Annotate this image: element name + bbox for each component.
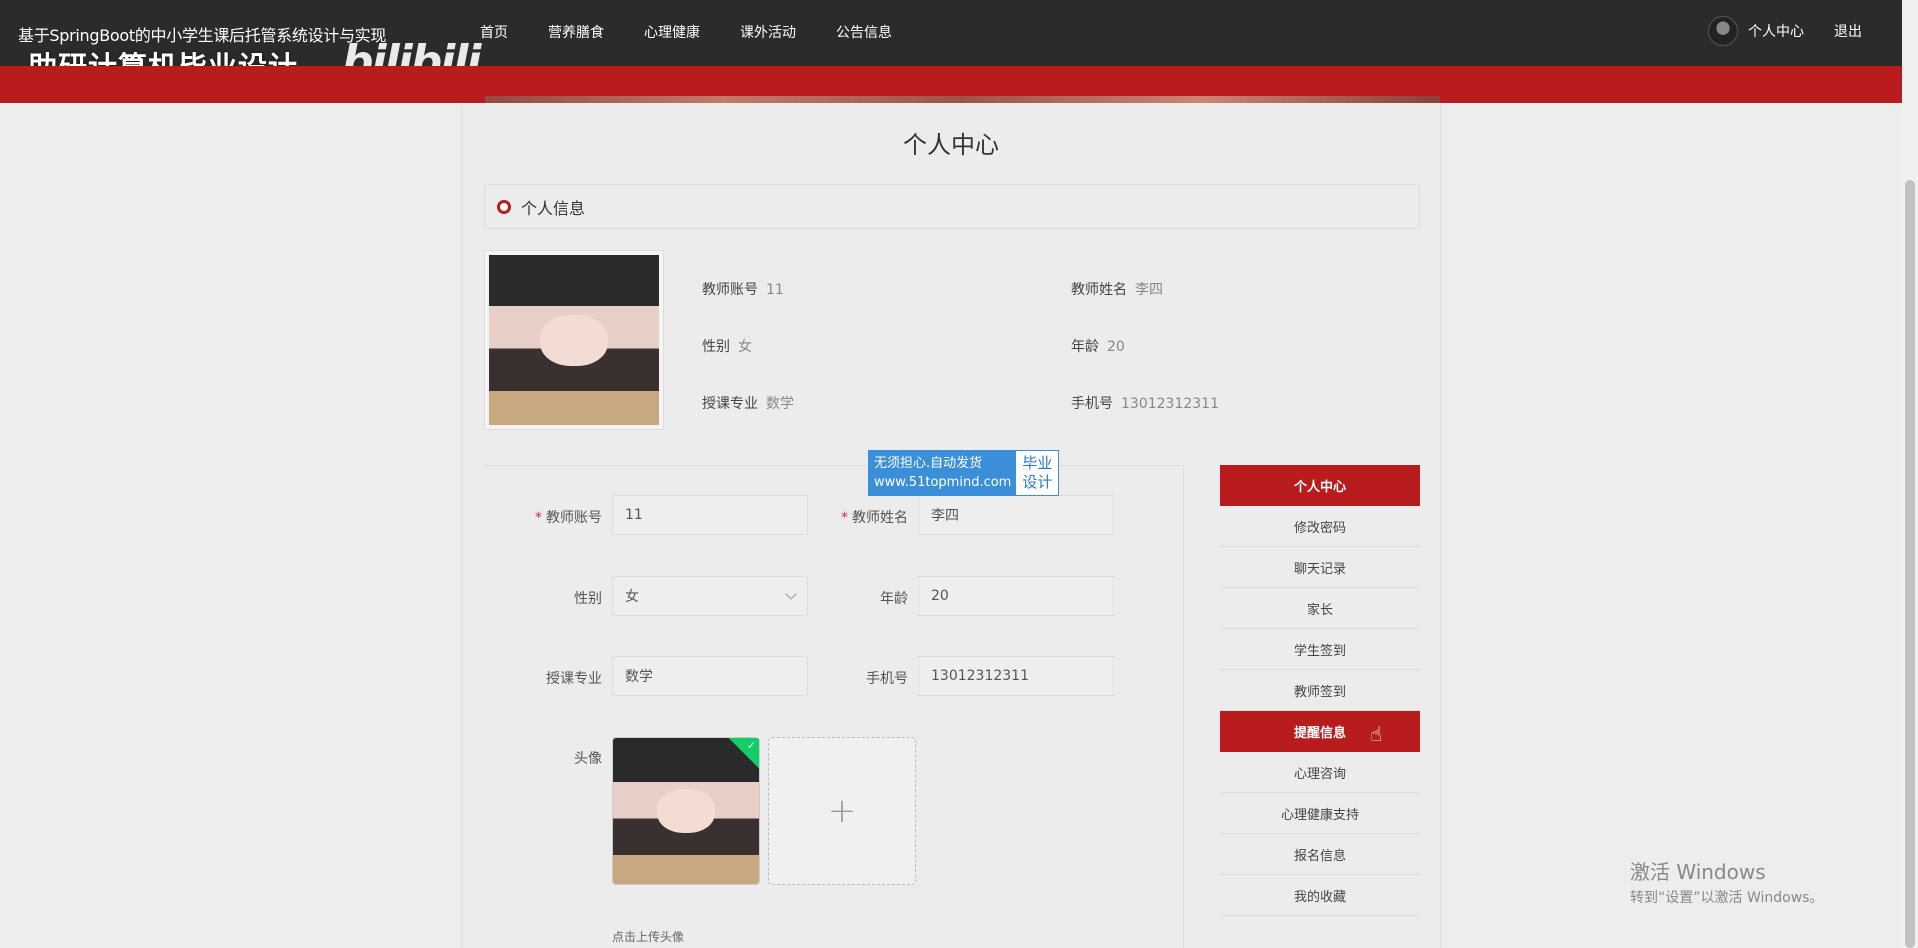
main-nav: 首页 营养膳食 心理健康 课外活动 公告信息	[480, 22, 892, 42]
nav-activities[interactable]: 课外活动	[740, 22, 796, 42]
form-gender-label: 性别	[574, 591, 602, 607]
windows-activation: 激活 Windows 转到“设置”以激活 Windows。	[1630, 856, 1823, 907]
menu-registrations[interactable]: 报名信息	[1220, 834, 1420, 875]
section-header: 个人信息	[484, 184, 1420, 229]
form-age-label: 年龄	[880, 591, 908, 607]
ad-line1: 无须担心.自动发货	[874, 456, 983, 471]
banner-strip	[0, 66, 1902, 103]
profile-image	[489, 255, 659, 425]
info-gender: 性别女	[702, 336, 752, 356]
user-avatar[interactable]	[1708, 16, 1738, 46]
form-avatar-label: 头像	[574, 751, 602, 767]
info-phone-value: 13012312311	[1121, 396, 1219, 412]
info-gender-label: 性别	[702, 339, 730, 355]
form-major-label: 授课专业	[546, 671, 602, 687]
uploaded-avatar[interactable]: ✓	[612, 737, 760, 885]
gender-selected: 女	[625, 589, 639, 605]
info-major-label: 授课专业	[702, 396, 758, 412]
menu-user-center[interactable]: 个人中心	[1220, 465, 1420, 506]
ad-badge: 无须担心.自动发货 www.51topmind.com 毕业 设计	[868, 450, 1060, 496]
form-phone-label: 手机号	[866, 671, 908, 687]
info-account-value: 11	[766, 282, 784, 298]
info-name-label: 教师姓名	[1071, 282, 1127, 298]
info-name-value: 李四	[1135, 282, 1163, 298]
avatar-image	[613, 738, 759, 884]
account-input[interactable]	[612, 495, 808, 535]
ad-badge-left: 无须担心.自动发货 www.51topmind.com	[869, 451, 1017, 495]
side-menu: 个人中心 修改密码 聊天记录 家长 学生签到 教师签到 提醒信息 心理咨询 心理…	[1220, 465, 1420, 916]
menu-parents[interactable]: 家长	[1220, 588, 1420, 629]
info-phone: 手机号 13012312311	[1071, 393, 1219, 413]
menu-change-password[interactable]: 修改密码	[1220, 506, 1420, 547]
check-icon: ✓	[746, 739, 756, 752]
hand-cursor-icon: ☝	[1370, 722, 1383, 746]
info-age-label: 年龄	[1071, 339, 1099, 355]
info-account: 教师账号 11	[702, 279, 784, 299]
menu-teacher-checkin[interactable]: 教师签到	[1220, 670, 1420, 711]
nav-mental-health[interactable]: 心理健康	[644, 22, 700, 42]
nav-nutrition[interactable]: 营养膳食	[548, 22, 604, 42]
menu-student-checkin[interactable]: 学生签到	[1220, 629, 1420, 670]
info-major-value: 数学	[766, 396, 794, 412]
page-scrollbar[interactable]	[1902, 0, 1918, 948]
ad-right1: 毕业	[1022, 454, 1053, 472]
windows-activation-title: 激活 Windows	[1630, 860, 1766, 884]
info-age: 年龄 20	[1071, 336, 1125, 356]
nav-announcements[interactable]: 公告信息	[836, 22, 892, 42]
major-input[interactable]	[612, 656, 808, 696]
logout-link[interactable]: 退出	[1834, 21, 1862, 41]
menu-reminders[interactable]: 提醒信息	[1220, 711, 1420, 752]
menu-counseling[interactable]: 心理咨询	[1220, 752, 1420, 793]
user-area: 个人中心 退出	[1708, 16, 1862, 46]
gender-select[interactable]: 女	[612, 576, 808, 616]
age-input[interactable]	[918, 576, 1114, 616]
info-account-label: 教师账号	[702, 282, 758, 298]
info-name: 教师姓名 李四	[1071, 279, 1163, 299]
windows-activation-hint: 转到“设置”以激活 Windows。	[1630, 890, 1824, 906]
ad-right2: 设计	[1022, 473, 1053, 491]
site-title: 基于SpringBoot的中小学生课后托管系统设计与实现	[18, 26, 387, 45]
top-nav-bar: 基于SpringBoot的中小学生课后托管系统设计与实现 助研计算机毕业设计 b…	[0, 0, 1902, 87]
ad-line2: www.51topmind.com	[874, 475, 1012, 490]
radio-dot-icon	[497, 199, 511, 214]
info-major: 授课专业 数学	[702, 393, 794, 413]
menu-favorites[interactable]: 我的收藏	[1220, 875, 1420, 916]
profile-photo	[484, 250, 664, 430]
menu-chat-records[interactable]: 聊天记录	[1220, 547, 1420, 588]
nav-home[interactable]: 首页	[480, 22, 508, 42]
chevron-down-icon	[785, 588, 797, 600]
form-name-label: * 教师姓名	[841, 510, 908, 526]
form-account-label: * 教师账号	[535, 510, 602, 526]
page-title: 个人中心	[903, 131, 999, 159]
upload-add-button[interactable]: +	[768, 737, 916, 885]
ad-badge-right: 毕业 设计	[1016, 451, 1059, 495]
info-phone-label: 手机号	[1071, 396, 1113, 412]
upload-hint: 点击上传头像	[612, 930, 685, 944]
menu-mental-support[interactable]: 心理健康支持	[1220, 793, 1420, 834]
info-gender-value: 女	[738, 339, 752, 355]
name-input[interactable]	[918, 495, 1114, 535]
info-age-value: 20	[1107, 339, 1125, 355]
scroll-thumb[interactable]	[1905, 180, 1915, 948]
section-title: 个人信息	[521, 198, 586, 218]
phone-input[interactable]	[918, 656, 1114, 696]
user-center-link[interactable]: 个人中心	[1748, 21, 1804, 41]
